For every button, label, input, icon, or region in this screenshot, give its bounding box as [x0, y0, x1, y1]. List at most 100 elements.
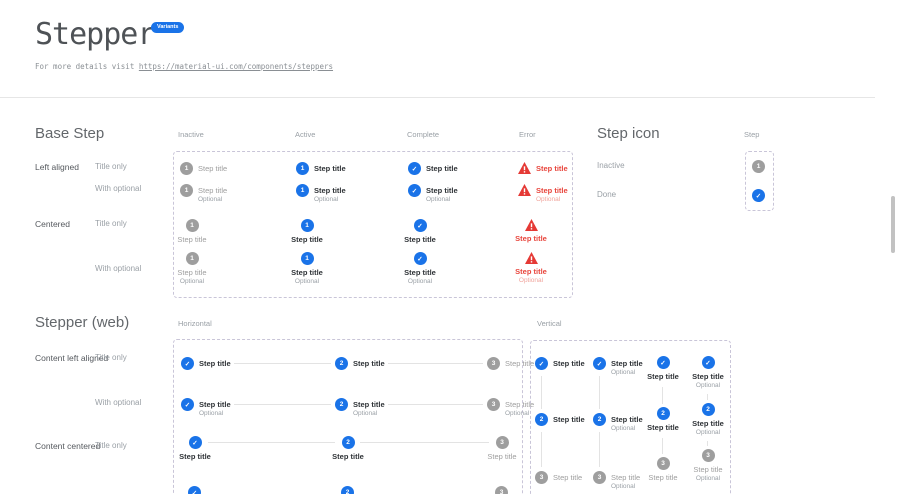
step-title: Step title [647, 372, 679, 381]
step-centered-error: Step title [499, 219, 563, 243]
step-title: Step title [426, 162, 458, 175]
step-number-icon: 1 [301, 252, 314, 265]
step-connector [599, 376, 600, 409]
step-title: Step title [505, 357, 534, 370]
step-number-icon: 3 [702, 449, 715, 462]
step-connector [707, 441, 708, 446]
variants-badge: Variants [151, 22, 184, 33]
step-title: Step title [648, 473, 677, 482]
step-optional: Optional [198, 196, 227, 204]
step-title: Step title [353, 357, 385, 370]
step-number-icon: 3 [495, 486, 508, 494]
step-optional: Optional [353, 410, 385, 418]
row-sublabel-title-only: Title only [95, 353, 127, 362]
step-number-icon: 2 [341, 486, 354, 494]
step-title: Step title [693, 465, 722, 474]
step-inactive: 1 Step title [180, 162, 227, 175]
step-optional: Optional [696, 475, 720, 483]
step-centered-error-optional: Step title Optional [499, 252, 563, 285]
step-title: Step title [177, 235, 206, 244]
step-number-icon: 1 [180, 184, 193, 197]
stepper-spec-page: Stepper Variants For more details visit … [0, 0, 900, 494]
step-title: Step title [487, 452, 516, 461]
page-title: Stepper [35, 17, 154, 52]
row-sublabel-with-optional: With optional [95, 398, 141, 407]
step-centered-inactive-optional: 1 Step title Optional [160, 252, 224, 286]
step-error-optional: Step titleOptional [518, 184, 568, 204]
step-number-icon: 1 [186, 219, 199, 232]
step-number-icon: 3 [496, 436, 509, 449]
step-number-icon: 2 [342, 436, 355, 449]
material-ui-link[interactable]: https://material-ui.com/components/stepp… [139, 62, 333, 71]
step-number-icon: 3 [593, 471, 606, 484]
row-label-centered: Centered [35, 219, 70, 229]
step-number-icon: 3 [657, 457, 670, 470]
step-number-icon: 2 [593, 413, 606, 426]
step-optional: Optional [199, 410, 231, 418]
check-icon: ✓ [181, 357, 194, 370]
check-icon: ✓ [593, 357, 606, 370]
step-title: Step title [179, 452, 211, 461]
error-icon [518, 162, 531, 174]
subtitle: For more details visit https://material-… [35, 62, 333, 71]
step-title: Step title [692, 419, 724, 428]
step-optional: Optional [408, 278, 432, 286]
row-label-left-aligned: Left aligned [35, 162, 79, 172]
step-connector [662, 387, 663, 404]
check-icon: ✓ [414, 219, 427, 232]
step-title: Step title [198, 162, 227, 175]
step-optional: Optional [696, 429, 720, 437]
step-number-icon: 2 [657, 407, 670, 420]
column-header-inactive: Inactive [178, 130, 204, 139]
step-number-icon: 2 [335, 357, 348, 370]
step-title: Step title [553, 413, 585, 426]
hstep-centered-active: 2 Step title [316, 436, 380, 461]
error-icon [525, 252, 538, 264]
step-number-icon: 3 [487, 398, 500, 411]
step-title: Step title [404, 235, 436, 244]
check-icon: ✓ [408, 162, 421, 175]
step-title: Step title [291, 235, 323, 244]
check-icon: ✓ [657, 356, 670, 369]
step-connector [388, 404, 483, 405]
step-optional: Optional [536, 196, 568, 204]
step-centered-complete-optional: ✓ Step title Optional [388, 252, 452, 286]
step-number-icon: 1 [186, 252, 199, 265]
step-optional: Optional [180, 278, 204, 286]
step-title: Step title [314, 162, 346, 175]
check-icon: ✓ [181, 398, 194, 411]
vstep-centered-inactive-optional: 3 Step title Optional [676, 449, 740, 483]
step-title: Step title [553, 357, 585, 370]
check-icon: ✓ [189, 436, 202, 449]
hstep-inactive-optional: 3 Step titleOptional [487, 398, 534, 418]
step-title: Step title [177, 268, 206, 277]
step-number-icon: 1 [301, 219, 314, 232]
step-connector [541, 376, 542, 409]
section-heading-step-icon: Step icon [597, 125, 660, 142]
error-icon [518, 184, 531, 196]
hstep-centered-inactive: 3 Step title [470, 436, 534, 461]
step-title: Step title [692, 372, 724, 381]
section-heading-base-step: Base Step [35, 125, 104, 142]
column-header-error: Error [519, 130, 536, 139]
step-connector [388, 363, 483, 364]
check-icon: ✓ [408, 184, 421, 197]
step-title: Step title [553, 471, 582, 484]
header-divider [0, 97, 875, 98]
step-complete: ✓ Step title [408, 162, 458, 175]
check-icon: ✓ [535, 357, 548, 370]
step-connector [707, 394, 708, 400]
column-header-step: Step [744, 130, 759, 139]
step-title: Step title [291, 268, 323, 277]
scrollbar-thumb[interactable] [891, 196, 895, 253]
step-optional: Optional [295, 278, 319, 286]
vstep-active: 2 Step title [535, 413, 585, 426]
step-title: Step title [515, 234, 547, 243]
hstep-inactive: 3 Step title [487, 357, 534, 370]
step-connector [541, 432, 542, 467]
hstep-active-optional: 2 Step titleOptional [335, 398, 385, 418]
row-label-done: Done [597, 190, 616, 199]
row-sublabel-title-only: Title only [95, 219, 127, 228]
step-optional: Optional [696, 382, 720, 390]
check-icon: ✓ [414, 252, 427, 265]
